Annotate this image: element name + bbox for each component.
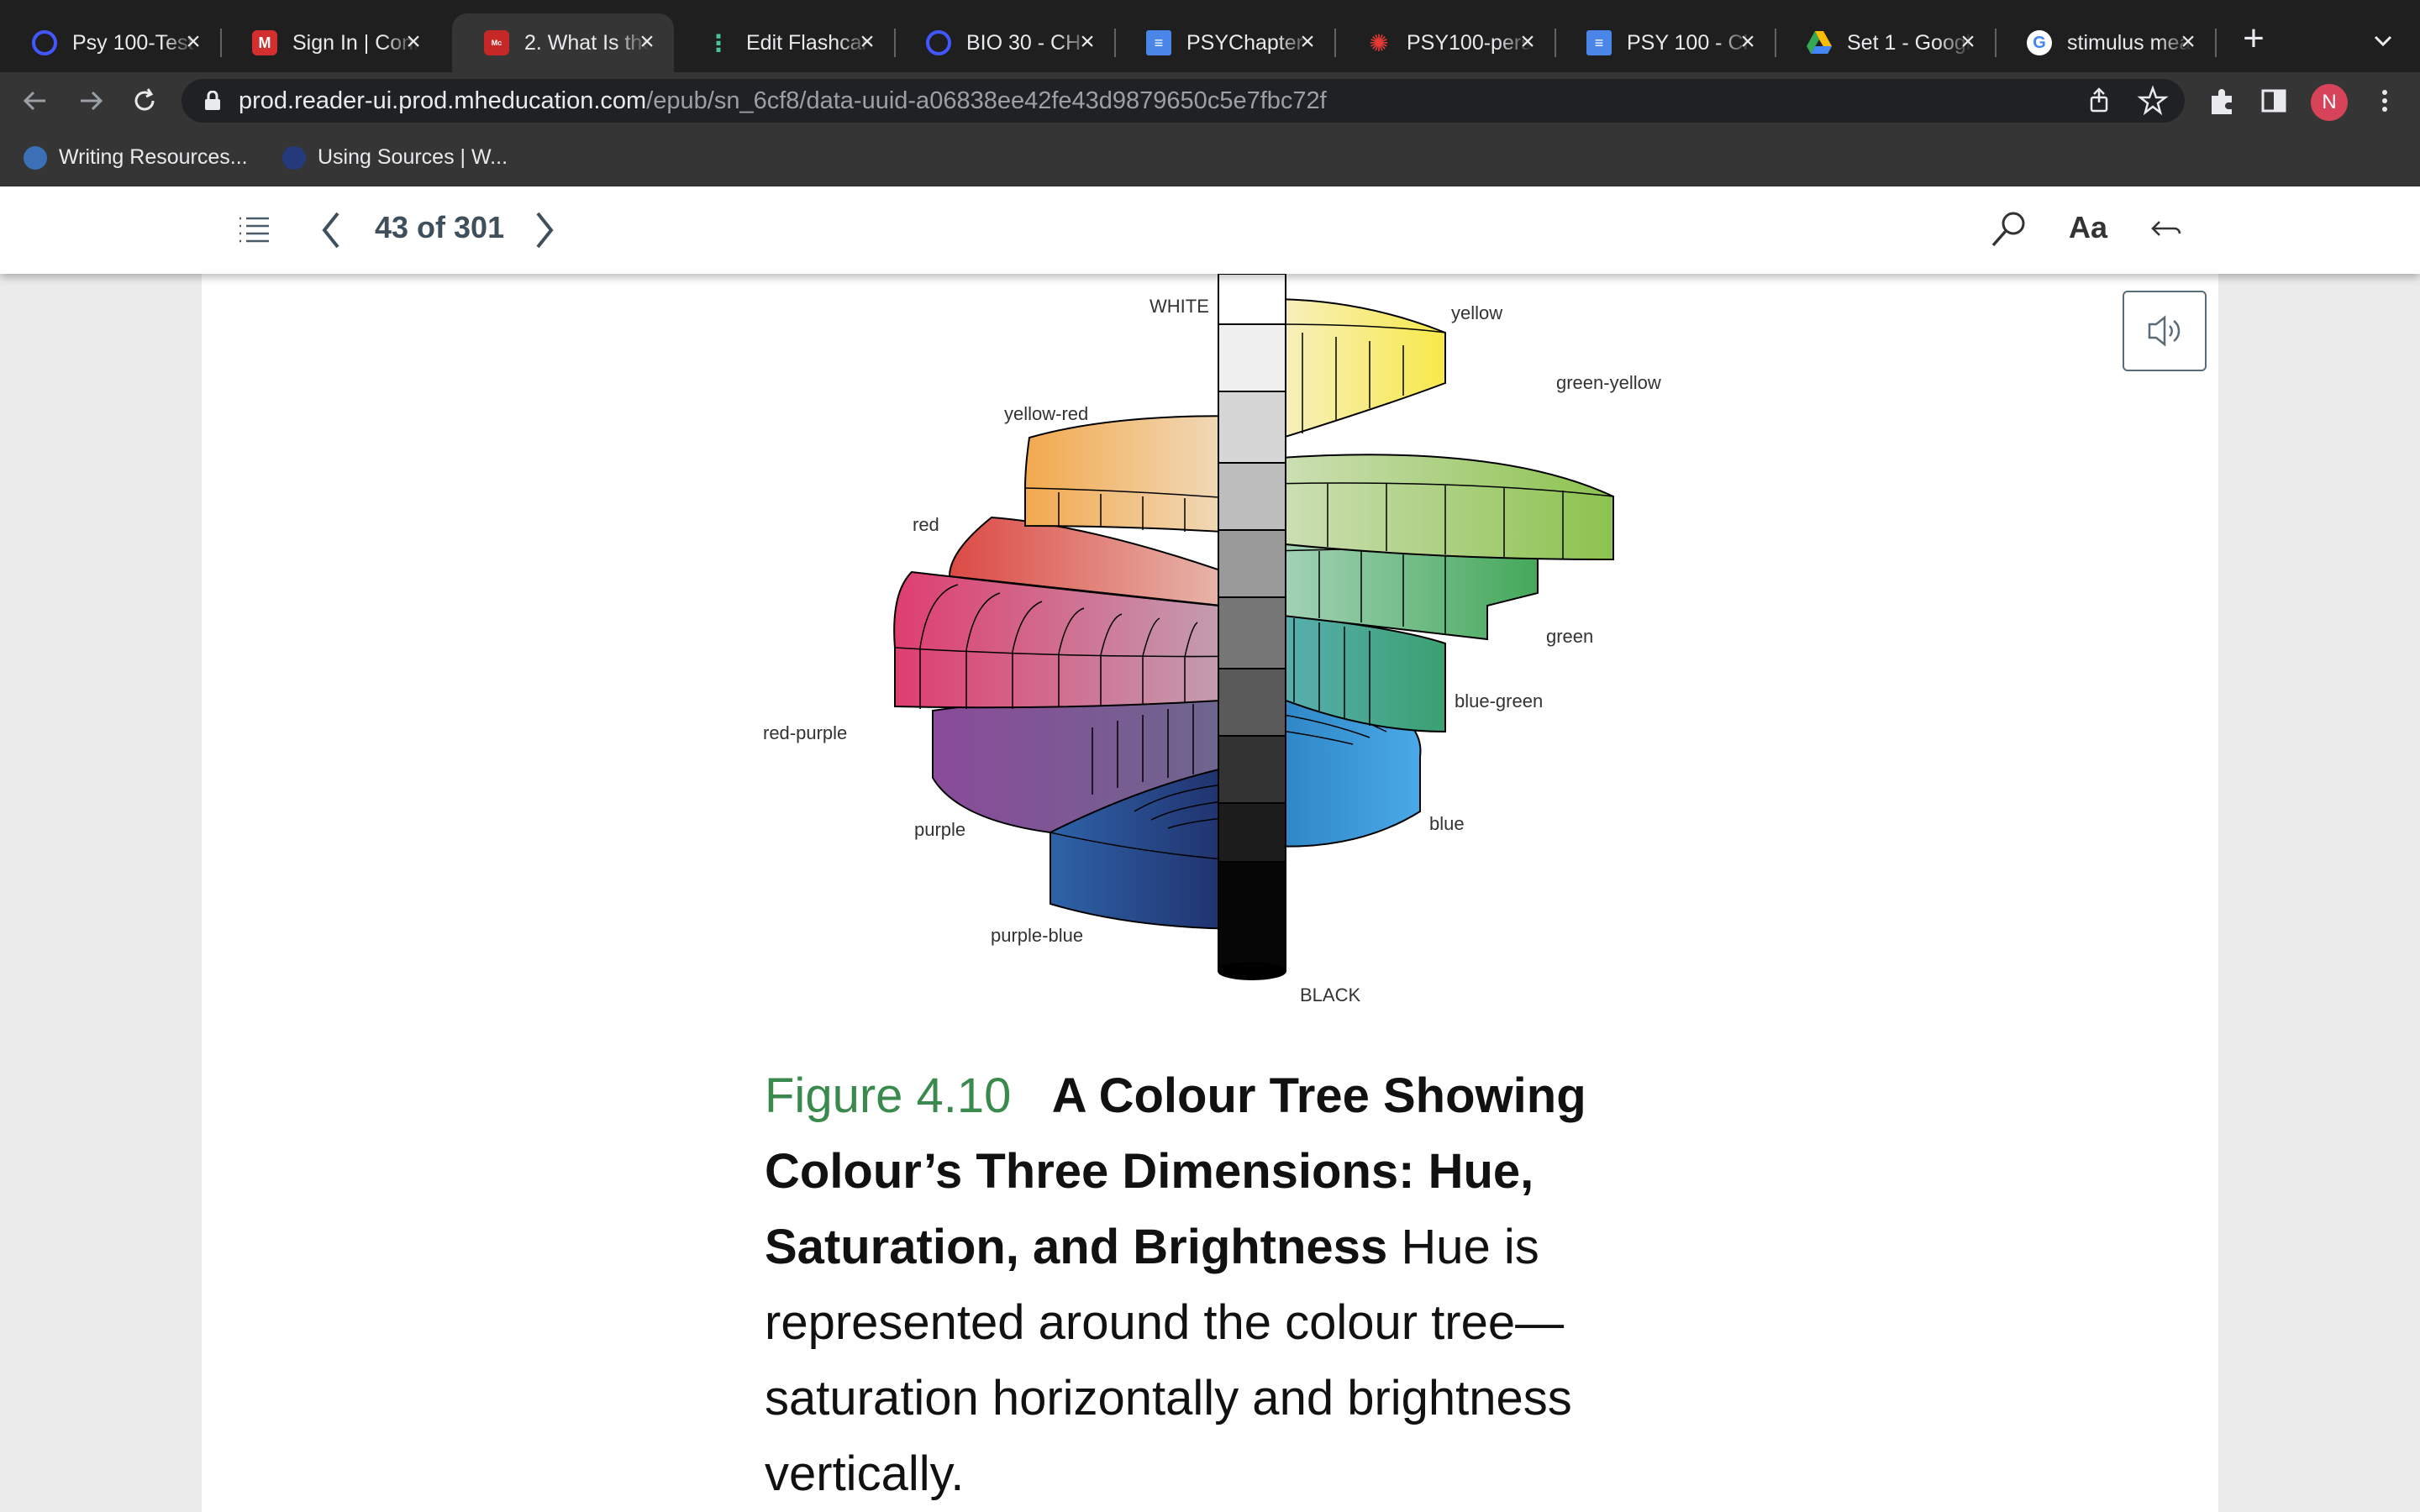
brightness-column — [1218, 274, 1286, 980]
forward-arrow-icon[interactable] — [74, 84, 108, 118]
hue-slab-green-yellow — [1268, 454, 1614, 561]
next-page-icon[interactable] — [529, 208, 560, 252]
reader-header: 43 of 301 Aa — [0, 186, 2420, 274]
return-arrow-icon[interactable] — [2146, 212, 2183, 249]
label-purple-blue: purple-blue — [991, 925, 1084, 946]
close-tab-icon[interactable]: × — [1071, 25, 1104, 59]
browser-toolbar: prod.reader-ui.prod.mheducation.com/epub… — [0, 72, 2420, 128]
quizlet-icon — [926, 30, 951, 55]
close-tab-icon[interactable]: × — [850, 25, 884, 59]
bookmark-favicon-icon — [282, 146, 306, 171]
label-blue-green: blue-green — [1455, 690, 1544, 711]
bookmark-writing-resources[interactable]: Writing Resources... — [24, 143, 248, 171]
bookmarks-bar: Writing Resources... Using Sources | W..… — [0, 128, 2420, 187]
browser-tab[interactable]: G stimulus meaning × — [1995, 13, 2217, 72]
close-tab-icon[interactable]: × — [1951, 25, 1985, 59]
label-green: green — [1546, 626, 1594, 647]
close-tab-icon[interactable]: × — [1291, 25, 1324, 59]
close-tab-icon[interactable]: × — [176, 25, 210, 59]
browser-tab-active[interactable]: Mc 2. What Is the × — [452, 13, 674, 72]
tab-strip: Psy 100-Test × M Sign In | Connect × Mc … — [0, 0, 2420, 72]
bookmark-favicon-icon — [24, 146, 47, 171]
audio-button[interactable] — [2123, 291, 2207, 371]
figure-caption: Figure 4.10 A Colour Tree Showing Colour… — [765, 1058, 1697, 1512]
browser-tab[interactable]: Set 1 - Google × — [1775, 13, 1996, 72]
wheel-icon: ✺ — [1369, 29, 1389, 56]
tab-separator — [2215, 29, 2217, 57]
reload-icon[interactable] — [128, 84, 161, 118]
drive-icon — [1807, 30, 1832, 55]
profile-avatar[interactable]: N — [2311, 84, 2348, 121]
page-indicator: 43 of 301 — [375, 210, 505, 244]
bookmark-using-sources[interactable]: Using Sources | W... — [282, 143, 508, 171]
browser-tab[interactable]: ✺ PSY100-personality × — [1334, 13, 1556, 72]
label-black: BLACK — [1300, 984, 1361, 1005]
google-icon: G — [2027, 30, 2052, 55]
figure-number: Figure 4.10 — [765, 1068, 1012, 1123]
docs-icon: ≡ — [1146, 30, 1171, 55]
close-tab-icon[interactable]: × — [1731, 25, 1765, 59]
m-icon: M — [252, 30, 277, 55]
label-green-yellow: green-yellow — [1556, 372, 1661, 393]
tab-search-icon[interactable] — [2368, 25, 2398, 55]
table-of-contents-icon[interactable] — [237, 213, 271, 247]
close-tab-icon[interactable]: × — [630, 25, 664, 59]
address-bar[interactable]: prod.reader-ui.prod.mheducation.com/epub… — [182, 79, 2185, 123]
more-menu-icon[interactable] — [2368, 84, 2402, 118]
browser-tab[interactable]: M Sign In | Connect × — [220, 13, 440, 72]
label-white: WHITE — [1150, 296, 1209, 317]
extensions-icon[interactable] — [2205, 84, 2238, 118]
browser-tab[interactable]: ≡ PSYChapter × — [1114, 13, 1336, 72]
label-red: red — [913, 514, 939, 535]
close-tab-icon[interactable]: × — [2171, 25, 2205, 59]
bookmark-label: Using Sources | W... — [318, 145, 508, 169]
browser-tab[interactable]: BIO 30 - CH × — [894, 13, 1116, 72]
new-tab-button[interactable]: + — [2237, 20, 2270, 57]
star-icon[interactable] — [2136, 84, 2170, 118]
mcgraw-hill-icon: Mc — [484, 30, 509, 55]
url-path: /epub/sn_6cf8/data-uuid-a06838ee42fe43d9… — [646, 87, 1327, 114]
browser-tab[interactable]: ⋮ Edit Flashcards × — [674, 13, 896, 72]
label-purple: purple — [914, 819, 966, 840]
close-tab-icon[interactable]: × — [397, 25, 430, 59]
back-arrow-icon[interactable] — [18, 84, 52, 118]
label-blue: blue — [1429, 813, 1465, 834]
font-settings-button[interactable]: Aa — [2069, 210, 2107, 245]
label-yellow: yellow — [1451, 302, 1503, 323]
url-text: prod.reader-ui.prod.mheducation.com/epub… — [239, 79, 1327, 123]
speaker-icon — [2148, 315, 2181, 347]
colour-tree-figure — [893, 274, 1614, 980]
browser-tab[interactable]: Psy 100-Test × — [0, 13, 222, 72]
dots-icon: ⋮ — [707, 29, 730, 56]
search-icon[interactable] — [1988, 208, 2030, 250]
previous-page-icon[interactable] — [316, 208, 346, 252]
bookmark-label: Writing Resources... — [59, 145, 248, 169]
quizlet-icon — [32, 30, 57, 55]
label-yellow-red: yellow-red — [1004, 403, 1089, 424]
url-domain: prod.reader-ui.prod.mheducation.com — [239, 87, 647, 114]
label-red-purple: red-purple — [763, 722, 848, 743]
hue-slab-yellow — [1268, 297, 1446, 444]
close-tab-icon[interactable]: × — [1511, 25, 1544, 59]
docs-icon: ≡ — [1586, 30, 1612, 55]
share-icon[interactable] — [2082, 84, 2116, 118]
browser-tab[interactable]: ≡ PSY 100 - Ch × — [1555, 13, 1776, 72]
side-panel-icon[interactable] — [2257, 84, 2291, 118]
lock-icon[interactable] — [203, 91, 222, 111]
